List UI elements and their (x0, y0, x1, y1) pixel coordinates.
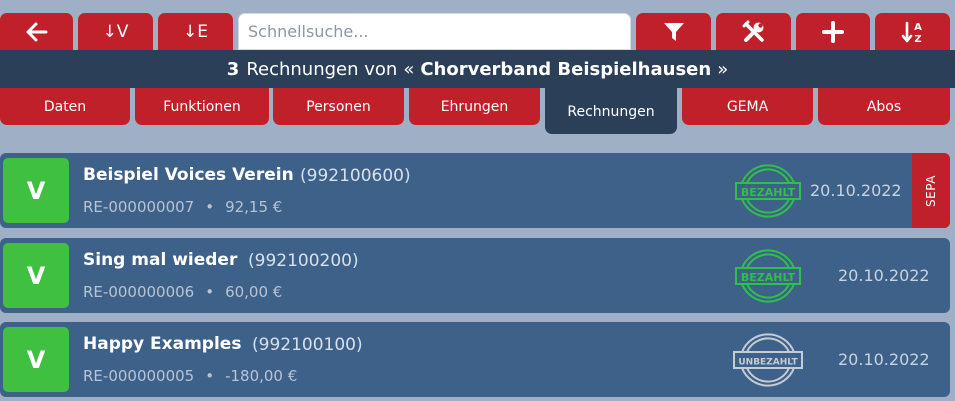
toolbar: ↓V ↓E A Z (0, 0, 955, 50)
sort-e-button[interactable]: ↓E (158, 13, 233, 50)
tab-label: Ehrungen (440, 98, 509, 115)
plus-icon (822, 20, 844, 43)
filter-button[interactable] (636, 13, 711, 50)
invoice-date: 20.10.2022 (838, 266, 930, 285)
paid-stamp-icon: BEZAHLT (735, 164, 801, 218)
member-number: (992100100) (252, 335, 363, 355)
arrow-left-icon (26, 22, 47, 41)
tab-funktionen[interactable]: Funktionen (135, 88, 269, 125)
sort-az-top: A (914, 22, 922, 33)
invoice-details: RE-000000005 • -180,00 € (83, 367, 297, 385)
invoice-details: RE-000000006 • 60,00 € (83, 283, 282, 301)
invoice-card[interactable]: V Beispiel Voices Verein (992100600) RE-… (0, 153, 950, 228)
paid-stamp-icon: BEZAHLT (735, 249, 801, 303)
member-number: (992100200) (248, 251, 359, 271)
separator-dot: • (205, 198, 215, 216)
invoice-number: RE-000000007 (83, 198, 195, 216)
quote-close: » (717, 58, 729, 80)
tab-label: Abos (866, 98, 902, 115)
tab-label: Rechnungen (567, 104, 655, 120)
stamp-label: BEZAHLT (741, 186, 796, 199)
invoice-recipient-name: Beispiel Voices Verein (83, 165, 294, 185)
invoice-card[interactable]: V Happy Examples (992100100) RE-00000000… (0, 322, 950, 397)
invoice-amount: 60,00 € (225, 283, 283, 301)
tab-daten[interactable]: Daten (0, 88, 130, 125)
separator-dot: • (205, 367, 215, 385)
status-v-badge: V (3, 327, 69, 392)
sort-az-icon: A Z (901, 21, 922, 44)
stamp-label: BEZAHLT (741, 271, 796, 284)
quote-open: « (403, 58, 415, 80)
tools-icon (742, 20, 764, 42)
invoice-card[interactable]: V Sing mal wieder (992100200) RE-0000000… (0, 238, 950, 313)
tab-label: Funktionen (163, 98, 241, 115)
tools-button[interactable] (716, 13, 791, 50)
sepa-badge[interactable]: SEPA (912, 153, 950, 228)
sepa-label: SEPA (923, 174, 938, 207)
sort-v-label: ↓V (102, 21, 129, 42)
invoice-amount: 92,15 € (225, 198, 283, 216)
back-button[interactable] (0, 13, 73, 50)
tab-label: Daten (43, 98, 87, 115)
organization-name: Chorverband Beispielhausen (420, 58, 712, 80)
invoice-recipient-name: Happy Examples (83, 334, 242, 354)
page-header: 3 Rechnungen von « Chorverband Beispielh… (0, 50, 955, 88)
stamp-label: UNBEZAHLT (738, 358, 798, 368)
header-text: Rechnungen von (246, 58, 398, 80)
invoice-details: RE-000000007 • 92,15 € (83, 198, 282, 216)
sort-az-bottom: Z (914, 34, 921, 44)
invoice-number: RE-000000006 (83, 283, 195, 301)
status-v-badge: V (3, 158, 69, 223)
tab-ehrungen[interactable]: Ehrungen (409, 88, 540, 125)
sort-v-button[interactable]: ↓V (78, 13, 153, 50)
invoice-number: RE-000000005 (83, 367, 195, 385)
tab-rechnungen[interactable]: Rechnungen (545, 88, 677, 134)
filter-icon (663, 22, 684, 41)
tab-gema[interactable]: GEMA (682, 88, 813, 125)
sort-az-button[interactable]: A Z (875, 13, 950, 50)
invoice-amount: -180,00 € (225, 367, 298, 385)
invoice-recipient-name: Sing mal wieder (83, 250, 238, 270)
status-v-badge: V (3, 243, 69, 308)
invoice-date: 20.10.2022 (838, 350, 930, 369)
tab-label: GEMA (726, 98, 769, 115)
tab-label: Personen (306, 98, 371, 115)
member-number: (992100600) (300, 166, 411, 186)
unpaid-stamp-icon: UNBEZAHLT (733, 333, 803, 387)
separator-dot: • (205, 283, 215, 301)
invoice-date: 20.10.2022 (810, 181, 902, 200)
tab-abos[interactable]: Abos (818, 88, 950, 125)
invoice-count: 3 (226, 58, 240, 80)
tab-personen[interactable]: Personen (273, 88, 404, 125)
add-button[interactable] (796, 13, 870, 50)
sort-e-label: ↓E (183, 21, 208, 42)
search-input[interactable] (238, 13, 631, 50)
